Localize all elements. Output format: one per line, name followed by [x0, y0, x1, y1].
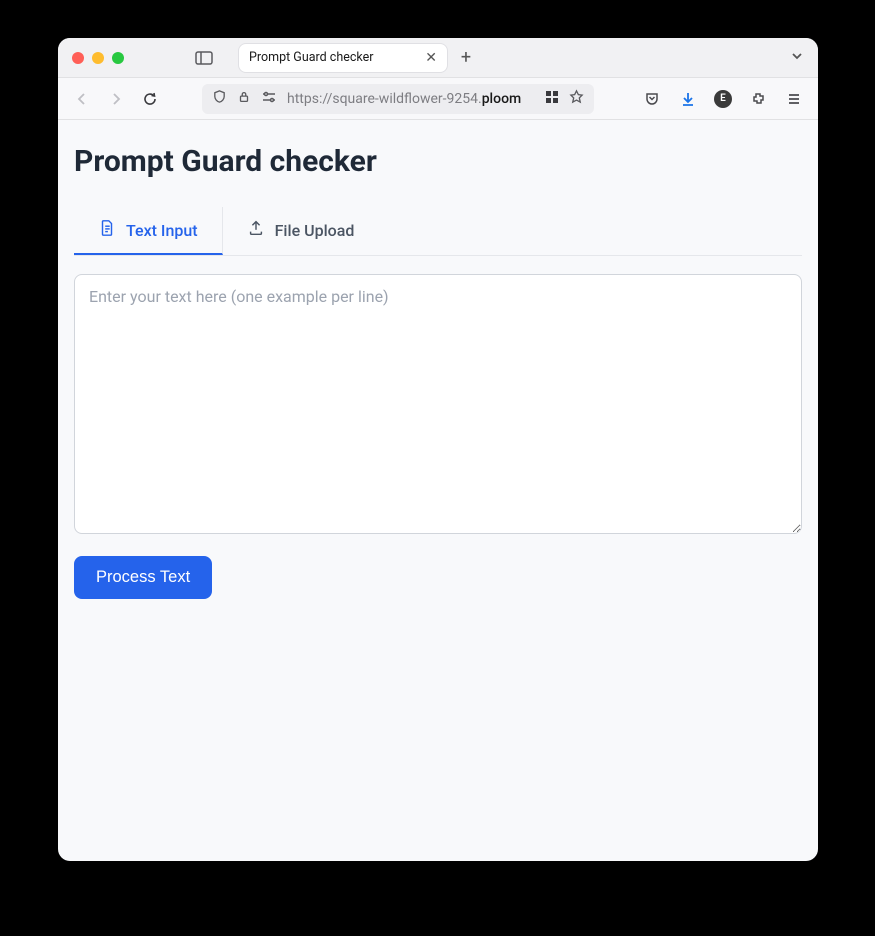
- toolbar-right: E: [642, 89, 804, 109]
- page-content: Prompt Guard checker Text Input: [58, 120, 818, 623]
- tab-label: Text Input: [126, 221, 198, 240]
- pocket-icon[interactable]: [642, 89, 662, 109]
- sidebar-toggle-icon[interactable]: [192, 48, 216, 68]
- url-prefix: https://square-wildflower-9254.: [287, 91, 482, 107]
- downloads-icon[interactable]: [678, 89, 698, 109]
- titlebar: Prompt Guard checker ✕ +: [58, 38, 818, 78]
- minimize-window-button[interactable]: [92, 52, 104, 64]
- titlebar-right: [790, 48, 804, 67]
- page-title: Prompt Guard checker: [74, 144, 802, 179]
- url-bar[interactable]: https://square-wildflower-9254.ploom: [202, 84, 594, 114]
- upload-icon: [247, 219, 265, 241]
- permissions-icon[interactable]: [261, 90, 277, 108]
- url-domain: ploom: [482, 91, 522, 107]
- new-tab-button[interactable]: +: [454, 46, 478, 70]
- close-window-button[interactable]: [72, 52, 84, 64]
- window-controls: [72, 52, 124, 64]
- tab-file-upload[interactable]: File Upload: [223, 207, 379, 255]
- browser-tab-title: Prompt Guard checker: [249, 50, 417, 65]
- maximize-window-button[interactable]: [112, 52, 124, 64]
- extension-badge-label: E: [720, 93, 726, 104]
- lock-icon[interactable]: [237, 90, 251, 108]
- back-button[interactable]: [72, 89, 92, 109]
- tab-text-input[interactable]: Text Input: [74, 207, 223, 255]
- process-text-button[interactable]: Process Text: [74, 556, 212, 599]
- tab-label: File Upload: [275, 221, 355, 240]
- text-input[interactable]: [74, 274, 802, 534]
- close-tab-icon[interactable]: ✕: [425, 51, 437, 65]
- extension-badge[interactable]: E: [714, 90, 732, 108]
- bookmark-star-icon[interactable]: [569, 89, 584, 108]
- shield-icon[interactable]: [212, 89, 227, 108]
- document-icon: [98, 219, 116, 241]
- extensions-icon[interactable]: [748, 89, 768, 109]
- forward-button[interactable]: [106, 89, 126, 109]
- browser-window: Prompt Guard checker ✕ +: [58, 38, 818, 861]
- url-text: https://square-wildflower-9254.ploom: [287, 91, 535, 107]
- tabs: Text Input File Upload: [74, 207, 802, 256]
- menu-icon[interactable]: [784, 89, 804, 109]
- toolbar: https://square-wildflower-9254.ploom: [58, 78, 818, 120]
- reload-button[interactable]: [140, 89, 160, 109]
- textarea-container: [74, 274, 802, 538]
- reader-mode-icon[interactable]: [545, 90, 559, 108]
- tab-strip: Prompt Guard checker ✕ +: [238, 43, 782, 73]
- tabs-dropdown-icon[interactable]: [790, 48, 804, 67]
- browser-tab[interactable]: Prompt Guard checker ✕: [238, 43, 448, 73]
